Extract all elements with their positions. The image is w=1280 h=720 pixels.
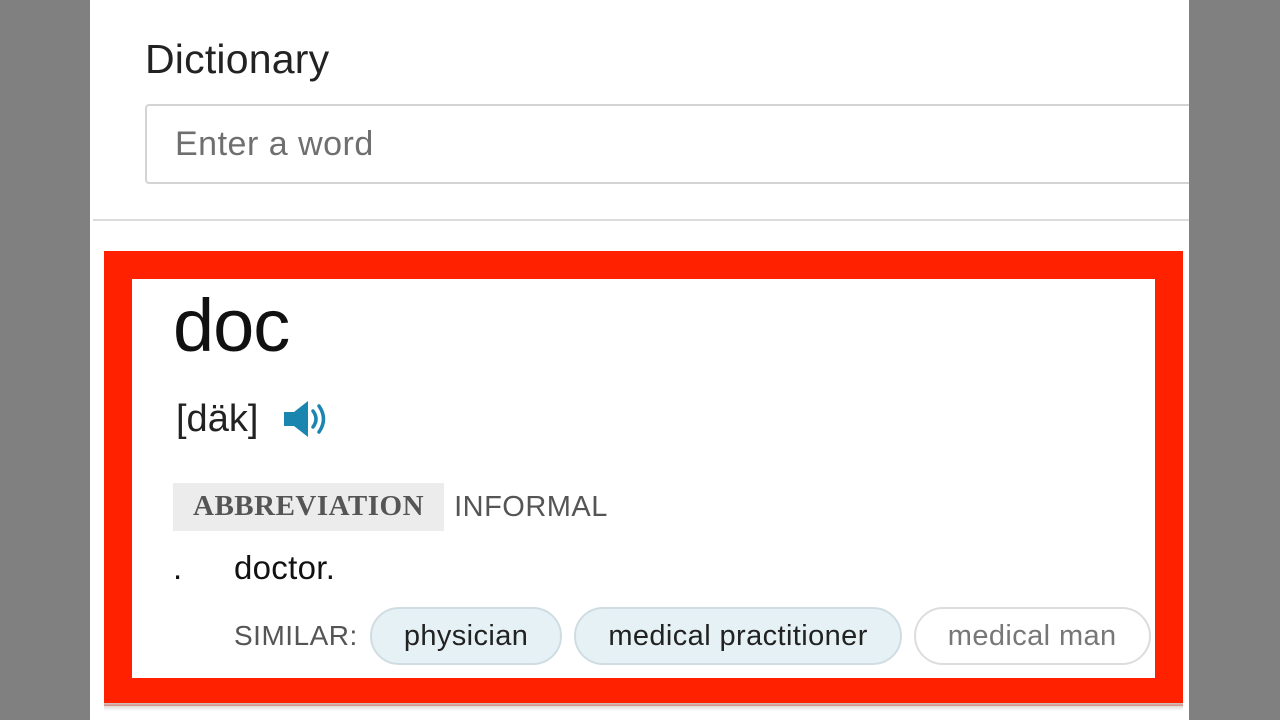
pronunciation-text: [däk]	[176, 397, 259, 440]
similar-label: SIMILAR:	[234, 620, 358, 651]
similar-chip-medical-practitioner[interactable]: medical practitioner	[574, 607, 902, 665]
part-of-speech-row: ABBREVIATION INFORMAL	[173, 483, 608, 531]
similar-chip-medical-man[interactable]: medical man	[913, 607, 1151, 665]
app-title: Dictionary	[145, 36, 330, 82]
register-label: INFORMAL	[454, 490, 608, 523]
speaker-icon-graphic	[284, 401, 326, 437]
entry-headword: doc	[173, 284, 290, 367]
similar-chip-physician[interactable]: physician	[369, 607, 563, 665]
pronunciation-row: [däk]	[176, 394, 332, 444]
sense-definition: doctor.	[234, 549, 336, 586]
word-search-input[interactable]	[145, 104, 1189, 184]
speaker-icon[interactable]	[282, 396, 332, 442]
similar-words-row: SIMILAR: physician medical practitioner …	[234, 607, 1155, 665]
card-shadow	[104, 703, 1183, 711]
divider	[93, 219, 1189, 221]
sense-definition-row: . doctor.	[173, 549, 335, 587]
dictionary-panel: Dictionary doc [däk] ABBREVIATION INFORM…	[90, 0, 1189, 720]
part-of-speech-badge: ABBREVIATION	[173, 483, 445, 531]
entry-card-highlight: doc [däk] ABBREVIATION INFORMAL . doctor…	[104, 251, 1183, 706]
sense-number: .	[173, 549, 183, 586]
